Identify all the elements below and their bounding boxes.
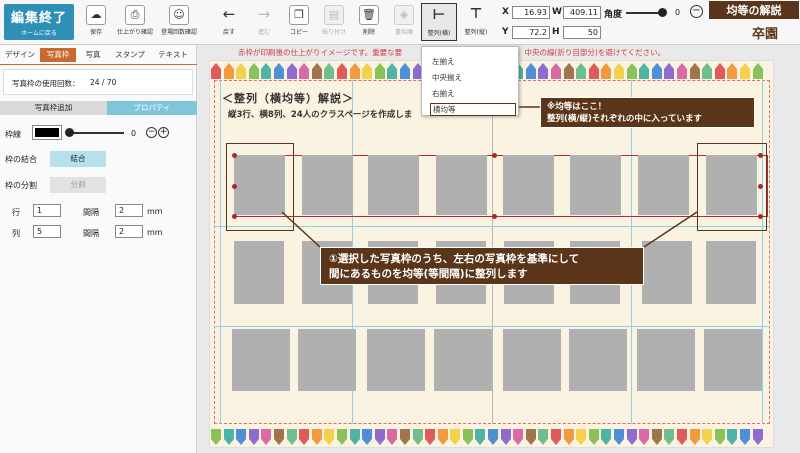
callout-bottom-line1: ①選択した写真枠のうち、左右の写真枠を基準にして — [329, 253, 580, 265]
callout-connectors — [281, 106, 698, 248]
callout-top-line1: ※均等はここ！ — [547, 102, 607, 112]
callout-distribute-explanation: ①選択した写真枠のうち、左右の写真枠を基準にして 間にあるものを均等(等間隔)に… — [320, 247, 644, 285]
callout-top-line2: 整列(横/縦)それぞれの中に入っています — [547, 114, 702, 124]
callout-bottom-line2: 間にあるものを均等(等間隔)に整列します — [329, 268, 528, 280]
callout-distribute-location: ※均等はここ！ 整列(横/縦)それぞれの中に入っています — [540, 97, 755, 128]
